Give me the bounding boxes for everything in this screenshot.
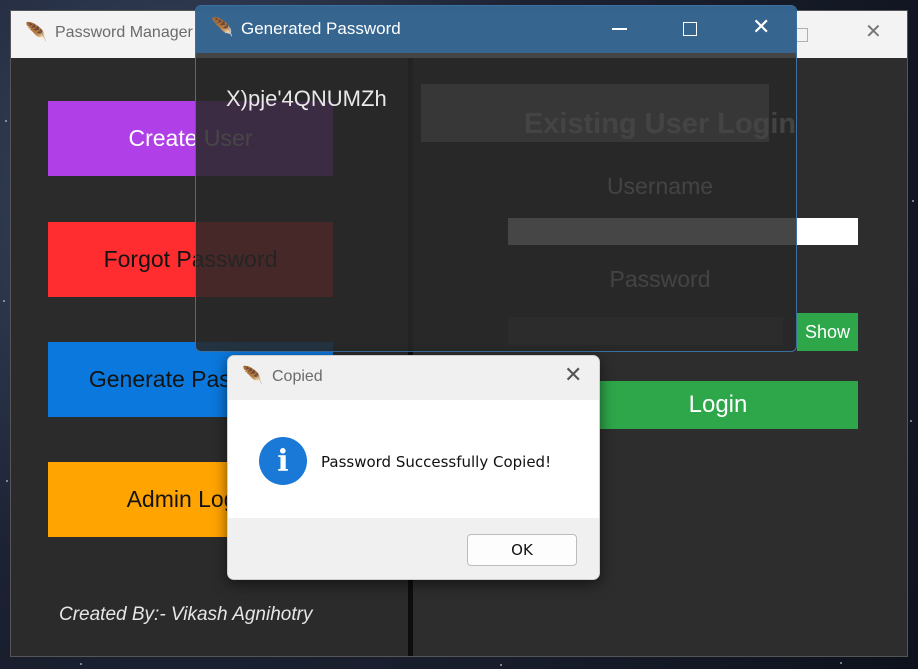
generated-window-title: Generated Password <box>241 19 401 38</box>
info-icon: i <box>259 437 307 485</box>
dialog-body: i Password Successfully Copied! <box>228 400 599 518</box>
dialog-titlebar[interactable]: 🪶 Copied ✕ <box>228 356 599 400</box>
credit-text: Created By:- Vikash Agnihotry <box>59 604 313 625</box>
show-password-button[interactable]: Show <box>797 313 858 351</box>
close-icon[interactable]: ✕ <box>564 363 582 388</box>
dialog-footer: OK <box>228 518 599 579</box>
feather-icon: 🪶 <box>242 366 264 386</box>
dialog-message: Password Successfully Copied! <box>321 453 552 471</box>
copied-dialog: 🪶 Copied ✕ i Password Successfully Copie… <box>227 355 600 580</box>
generated-password-text[interactable]: X)pje'4QNUMZh <box>226 86 387 112</box>
login-button[interactable]: Login <box>578 381 858 429</box>
generated-field-shade <box>421 84 769 142</box>
feather-icon: 🪶 <box>211 17 234 38</box>
dialog-title: Copied <box>272 368 323 385</box>
minimize-icon[interactable] <box>612 28 627 30</box>
maximize-icon[interactable] <box>683 22 697 36</box>
close-icon[interactable]: ✕ <box>865 19 882 43</box>
generated-password-window: 🪶 Generated Password ✕ X)pje'4QNUMZh <box>195 5 797 352</box>
ok-button[interactable]: OK <box>467 534 577 566</box>
generated-titlebar[interactable]: 🪶 Generated Password ✕ <box>196 6 796 53</box>
close-icon[interactable]: ✕ <box>752 15 770 40</box>
feather-icon: 🪶 <box>25 22 48 43</box>
